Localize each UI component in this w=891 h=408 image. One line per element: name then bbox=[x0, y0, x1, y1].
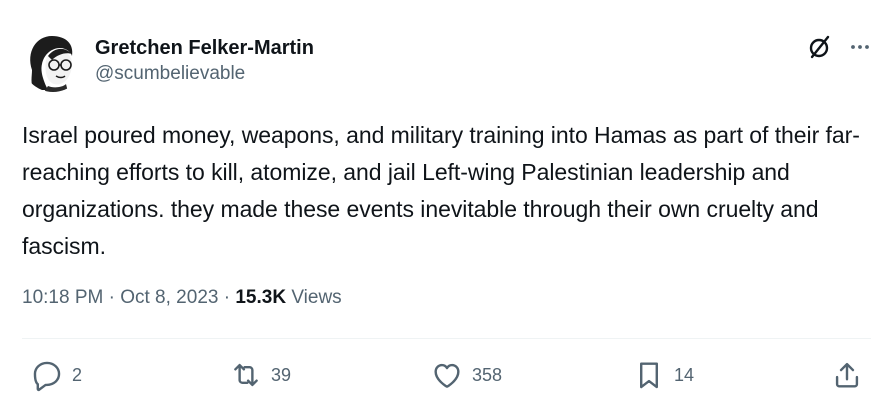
more-dots-icon bbox=[851, 45, 869, 49]
author-handle[interactable]: @scumbelievable bbox=[95, 61, 314, 87]
heart-icon bbox=[434, 363, 460, 388]
tweet-timestamp-link[interactable]: 10:18 PM · Oct 8, 2023 bbox=[22, 287, 218, 308]
bookmark-count: 14 bbox=[674, 364, 695, 385]
more-options-button[interactable] bbox=[849, 36, 871, 58]
tweet-time: 10:18 PM bbox=[22, 287, 104, 308]
action-bar: 2 39 358 14 bbox=[0, 358, 891, 394]
views-label: Views bbox=[291, 287, 342, 308]
tweet-text: Israel poured money, weapons, and milita… bbox=[22, 122, 860, 259]
tweet-meta: 10:18 PM · Oct 8, 2023 · 15.3K Views bbox=[22, 285, 342, 311]
like-button[interactable]: 358 bbox=[430, 358, 502, 392]
avatar-illustration-icon bbox=[22, 30, 84, 92]
reply-button[interactable]: 2 bbox=[30, 358, 82, 392]
meta-separator: · bbox=[223, 287, 231, 308]
author-display-name[interactable]: Gretchen Felker-Martin bbox=[95, 35, 314, 61]
share-button[interactable] bbox=[830, 358, 864, 392]
author-names: Gretchen Felker-Martin @scumbelievable bbox=[95, 35, 314, 87]
like-count: 358 bbox=[472, 364, 503, 385]
share-icon bbox=[835, 362, 859, 388]
divider bbox=[22, 338, 871, 339]
repost-count: 39 bbox=[271, 364, 292, 385]
views-count: 15.3K bbox=[235, 287, 287, 308]
grok-button[interactable] bbox=[807, 34, 833, 60]
repost-button[interactable]: 39 bbox=[229, 358, 291, 392]
reply-icon bbox=[33, 361, 61, 392]
tweet-header: Gretchen Felker-Martin @scumbelievable bbox=[22, 28, 314, 94]
tweet-date: Oct 8, 2023 bbox=[120, 287, 219, 308]
top-actions bbox=[807, 34, 871, 60]
bookmark-button[interactable]: 14 bbox=[632, 358, 694, 392]
avatar[interactable] bbox=[22, 30, 84, 92]
repost-icon bbox=[234, 363, 258, 387]
bookmark-icon bbox=[640, 362, 658, 389]
reply-count: 2 bbox=[72, 364, 83, 385]
tweet: Gretchen Felker-Martin @scumbelievable I… bbox=[0, 0, 891, 408]
meta-separator: · bbox=[108, 287, 115, 308]
grok-icon bbox=[809, 35, 830, 59]
